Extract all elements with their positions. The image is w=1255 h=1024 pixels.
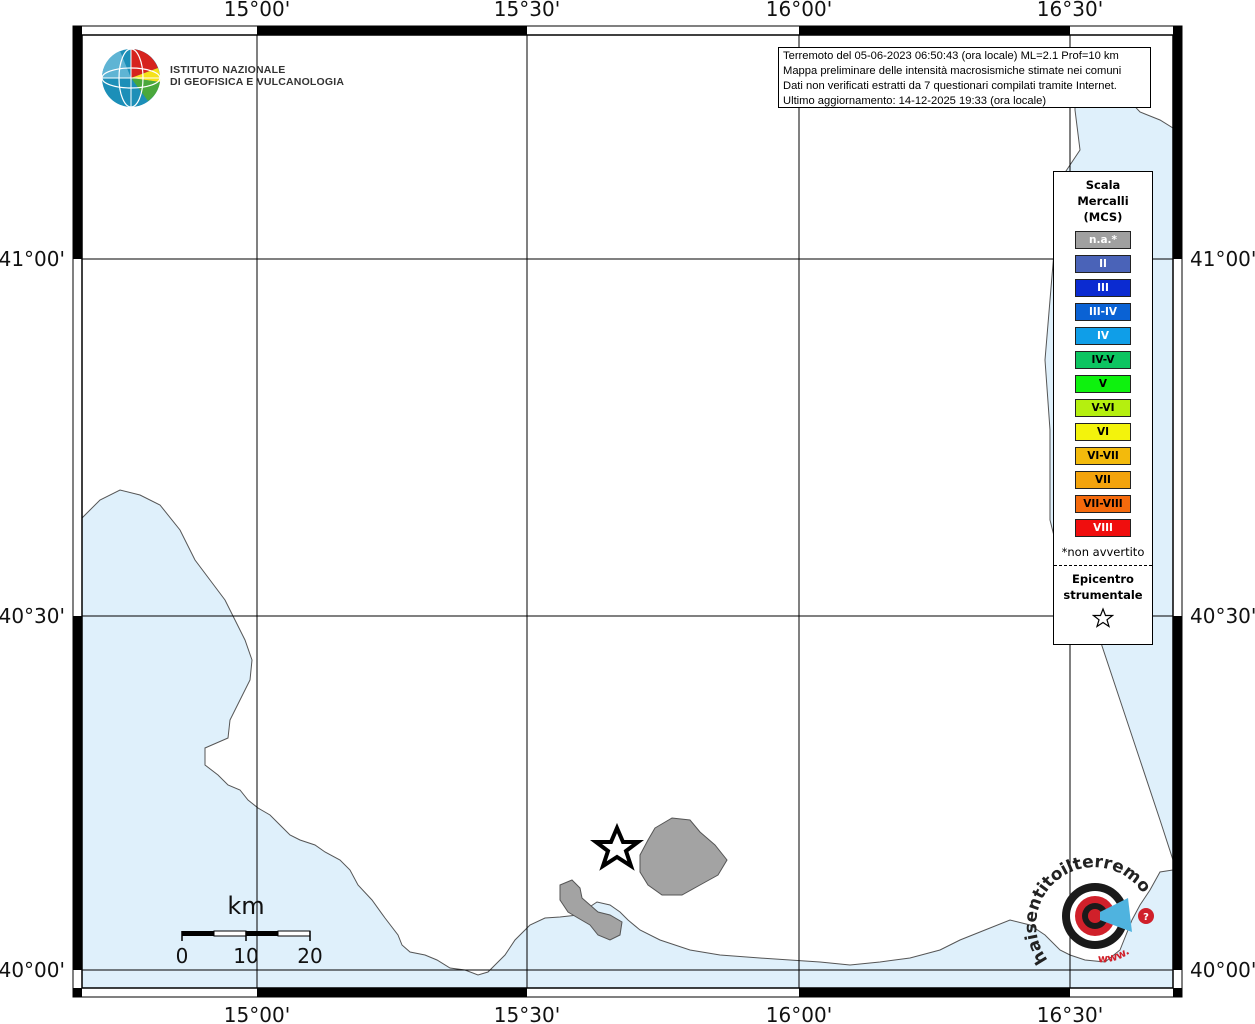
legend-note: *non avvertito xyxy=(1061,545,1145,559)
lon-tick-bottom-4: 16°30' xyxy=(1037,1003,1103,1024)
legend-item-v: V xyxy=(1075,375,1131,393)
legend-title: Scala Mercalli (MCS) xyxy=(1054,177,1152,225)
info-line-data: Dati non verificati estratti da 7 questi… xyxy=(783,80,1117,92)
legend-item-vi: VI xyxy=(1075,423,1131,441)
scale-label-20: 20 xyxy=(297,944,322,968)
legend-item-viii: VIII xyxy=(1075,519,1131,537)
scale-unit: km xyxy=(227,892,264,920)
legend-title-line-2: Mercalli xyxy=(1077,194,1129,208)
info-line-event: Terremoto del 05-06-2023 06:50:43 (ora l… xyxy=(783,50,1119,62)
lat-tick-right-2: 40°30' xyxy=(1190,604,1255,628)
lon-tick-bottom-1: 15°00' xyxy=(224,1003,290,1024)
ingv-line-2: DI GEOFISICA E VULCANOLOGIA xyxy=(170,76,345,88)
event-info-box: Terremoto del 05-06-2023 06:50:43 (ora l… xyxy=(778,47,1151,108)
star-outline-icon xyxy=(1054,607,1152,633)
lon-tick-top-3: 16°00' xyxy=(766,0,832,21)
legend-item-vi-vii: VI-VII xyxy=(1075,447,1131,465)
legend-item-n-a: n.a.* xyxy=(1075,231,1131,249)
lon-tick-top-2: 15°30' xyxy=(494,0,560,21)
lat-tick-left-2: 40°30' xyxy=(0,604,65,628)
legend-title-line-1: Scala xyxy=(1085,178,1121,192)
legend-item-v-vi: V-VI xyxy=(1075,399,1131,417)
legend-item-iii-iv: III-IV xyxy=(1075,303,1131,321)
info-line-updated: Ultimo aggiornamento: 14-12-2025 19:33 (… xyxy=(783,95,1047,107)
lon-tick-top-4: 16°30' xyxy=(1037,0,1103,21)
legend-epicenter-line-2: strumentale xyxy=(1063,588,1143,602)
ingv-logo-text: ISTITUTO NAZIONALE DI GEOFISICA E VULCAN… xyxy=(170,64,344,88)
ingv-globe-icon xyxy=(101,48,161,108)
legend-title-line-3: (MCS) xyxy=(1083,210,1123,224)
scale-label-10: 10 xyxy=(233,944,258,968)
ingv-line-1: ISTITUTO NAZIONALE xyxy=(170,64,286,76)
legend-item-iv: IV xyxy=(1075,327,1131,345)
scale-label-0: 0 xyxy=(176,944,189,968)
lon-tick-bottom-3: 16°00' xyxy=(766,1003,832,1024)
info-line-map: Mappa preliminare delle intensità macros… xyxy=(783,65,1122,77)
lon-tick-bottom-2: 15°30' xyxy=(494,1003,560,1024)
lat-tick-right-1: 41°00' xyxy=(1190,247,1255,271)
legend-item-vii: VII xyxy=(1075,471,1131,489)
legend-epicenter-label: Epicentro strumentale xyxy=(1054,571,1152,603)
legend-items: n.a.* II III III-IV IV IV-V V V-VI VI VI-VII VII VI… xyxy=(1054,231,1152,537)
legend-divider xyxy=(1054,565,1152,566)
legend-epicenter-line-1: Epicentro xyxy=(1072,572,1134,586)
legend-item-iii: III xyxy=(1075,279,1131,297)
lat-tick-right-3: 40°00' xyxy=(1190,958,1255,982)
legend-item-ii: II xyxy=(1075,255,1131,273)
lat-tick-left-3: 40°00' xyxy=(0,958,65,982)
mcs-legend: Scala Mercalli (MCS) n.a.* II III III-IV IV I… xyxy=(1053,171,1153,645)
lat-tick-left-1: 41°00' xyxy=(0,247,65,271)
lon-tick-top-1: 15°00' xyxy=(224,0,290,21)
legend-item-iv-v: IV-V xyxy=(1075,351,1131,369)
legend-item-vii-viii: VII-VIII xyxy=(1075,495,1131,513)
svg-text:?: ? xyxy=(1143,912,1149,923)
